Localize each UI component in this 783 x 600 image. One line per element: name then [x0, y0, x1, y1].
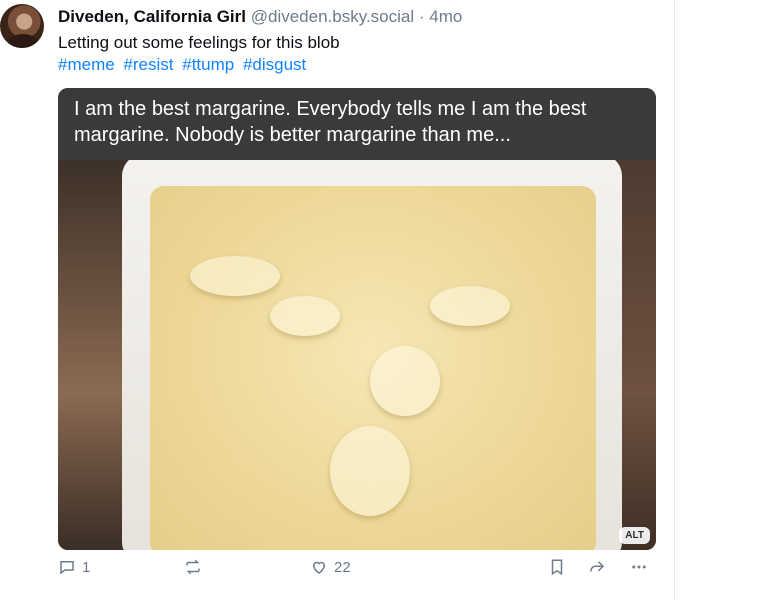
hashtag-disgust[interactable]: #disgust — [243, 55, 306, 74]
like-button[interactable]: 22 — [310, 558, 351, 576]
mouth — [330, 426, 410, 516]
avatar[interactable] — [0, 4, 44, 48]
alt-badge[interactable]: ALT — [619, 527, 650, 544]
share-icon — [590, 561, 605, 572]
post-time[interactable]: 4mo — [429, 7, 462, 26]
bookmark-button[interactable] — [548, 558, 566, 576]
meme-caption: I am the best margarine. Everybody tells… — [58, 88, 656, 160]
left-brow — [190, 256, 280, 296]
bookmark-icon — [551, 559, 563, 576]
more-icon — [632, 565, 646, 569]
margarine-surface — [150, 186, 596, 550]
author-handle[interactable]: @diveden.bsky.social — [251, 7, 414, 26]
like-count: 22 — [334, 558, 351, 576]
hashtag-list: #meme #resist #ttump #disgust — [58, 54, 310, 76]
reply-count: 1 — [82, 558, 91, 576]
post-image[interactable]: I am the best margarine. Everybody tells… — [58, 88, 656, 550]
reply-icon — [60, 561, 74, 575]
like-icon — [312, 561, 326, 574]
post-header: Diveden, California Girl @diveden.bsky.s… — [58, 6, 462, 28]
hashtag-resist[interactable]: #resist — [123, 55, 173, 74]
share-button[interactable] — [588, 558, 606, 576]
post-actions: 1 22 — [58, 558, 656, 586]
hashtag-meme[interactable]: #meme — [58, 55, 115, 74]
left-eye — [270, 296, 340, 336]
author-name[interactable]: Diveden, California Girl — [58, 7, 246, 26]
right-eye — [430, 286, 510, 326]
nose — [370, 346, 440, 416]
more-button[interactable] — [630, 558, 648, 576]
reply-button[interactable]: 1 — [58, 558, 90, 576]
image-background-left — [58, 158, 128, 550]
separator: · — [418, 7, 425, 26]
repost-icon — [186, 559, 200, 575]
feed-divider — [674, 0, 675, 600]
post-text: Letting out some feelings for this blob — [58, 33, 340, 52]
image-background-right — [616, 158, 656, 550]
repost-button[interactable] — [184, 558, 202, 576]
hashtag-ttump[interactable]: #ttump — [182, 55, 234, 74]
